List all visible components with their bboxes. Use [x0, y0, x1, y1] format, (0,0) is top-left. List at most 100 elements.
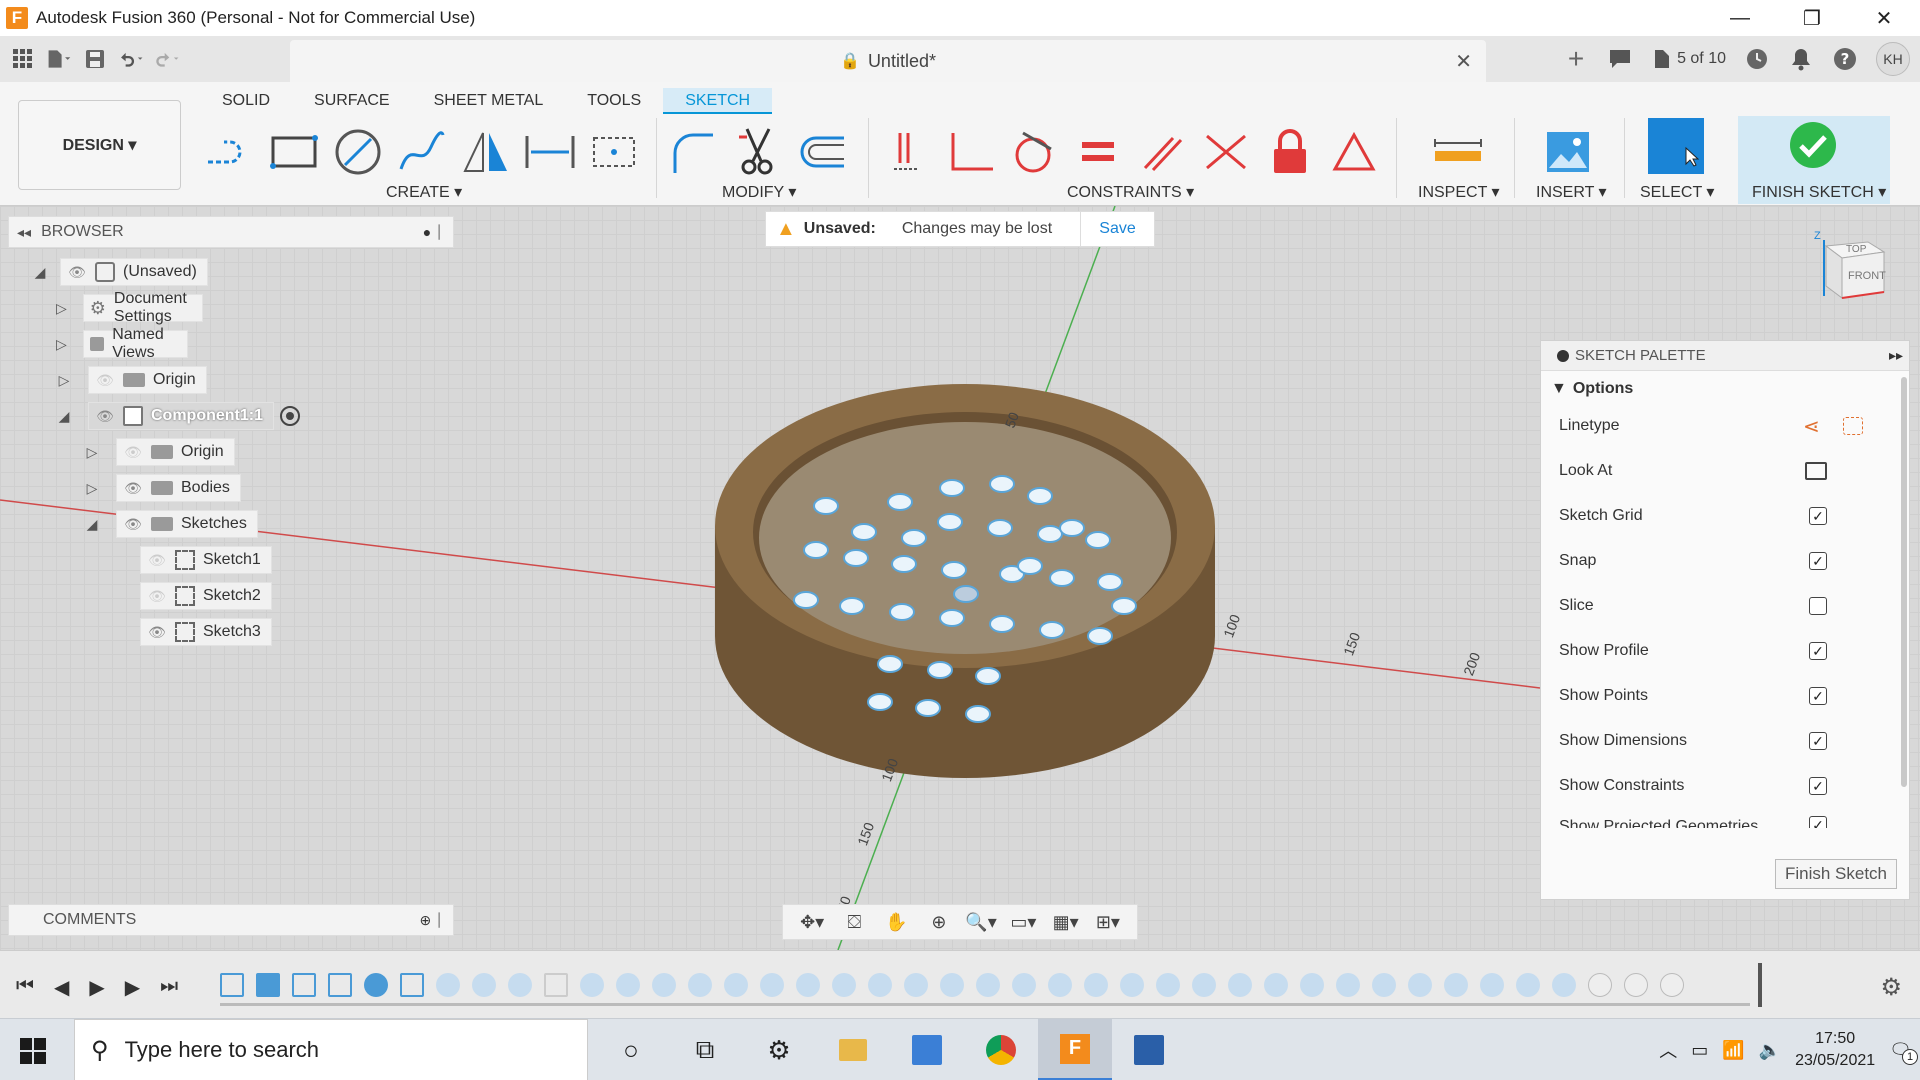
- options-section[interactable]: ▼ Options: [1541, 371, 1909, 407]
- eye-hidden-icon[interactable]: 👁: [123, 444, 143, 461]
- notification-bell-icon[interactable]: [1788, 46, 1814, 72]
- spline-tool-icon[interactable]: [390, 124, 454, 180]
- dimension-tool-icon[interactable]: [518, 124, 582, 180]
- timeline-marker[interactable]: [1758, 963, 1762, 1007]
- windows-start-icon[interactable]: [20, 1038, 46, 1064]
- help-icon[interactable]: ?: [1832, 46, 1858, 72]
- tree-node-sketches[interactable]: ◢ 👁 Sketches: [84, 510, 258, 538]
- look-at-icon[interactable]: [1805, 462, 1827, 480]
- chrome-icon[interactable]: [964, 1019, 1038, 1080]
- timeline-sketch-item[interactable]: [400, 973, 424, 997]
- timeline-feature-item[interactable]: [868, 973, 892, 997]
- timeline-feature-item[interactable]: [1012, 973, 1036, 997]
- timeline-sketch-item[interactable]: [328, 973, 352, 997]
- palette-scrollbar[interactable]: [1901, 377, 1907, 787]
- palette-collapse-icon[interactable]: ▸▸: [1889, 347, 1903, 364]
- snap-checkbox[interactable]: ✓: [1809, 552, 1827, 570]
- sketch-grid-checkbox[interactable]: ✓: [1809, 507, 1827, 525]
- eye-hidden-icon[interactable]: 👁: [95, 372, 115, 389]
- tangent-constraint-icon[interactable]: [1002, 124, 1066, 180]
- expand-triangle-icon[interactable]: ▷: [56, 372, 72, 389]
- save-icon[interactable]: [82, 46, 108, 72]
- timeline-feature-item[interactable]: [1588, 973, 1612, 997]
- comments-panel-header[interactable]: COMMENTS ⊕ ⏐: [8, 904, 454, 936]
- tab-tools[interactable]: TOOLS: [565, 88, 663, 114]
- fillet-tool-icon[interactable]: [662, 124, 726, 180]
- timeline-feature-item[interactable]: [508, 973, 532, 997]
- timeline-feature-item[interactable]: [1660, 973, 1684, 997]
- tree-node-root[interactable]: ◢ 👁 (Unsaved): [32, 258, 208, 286]
- look-at-camera-icon[interactable]: ⛋: [838, 908, 870, 936]
- timeline-feature-item[interactable]: [1408, 973, 1432, 997]
- eye-visibility-icon[interactable]: 👁: [123, 480, 143, 497]
- workspace-switcher[interactable]: DESIGN ▾: [18, 100, 181, 190]
- select-tool-button[interactable]: [1648, 118, 1704, 174]
- activate-radio-icon[interactable]: [280, 406, 300, 426]
- zoom-icon[interactable]: ⊕: [923, 908, 955, 936]
- timeline-feature-item[interactable]: [580, 973, 604, 997]
- show-points-checkbox[interactable]: ✓: [1809, 687, 1827, 705]
- timeline-feature-item[interactable]: [1480, 973, 1504, 997]
- insert-menu[interactable]: INSERT ▾: [1536, 182, 1607, 202]
- collapse-panel-icon[interactable]: ◂◂: [17, 224, 31, 241]
- browser-panel-header[interactable]: ◂◂ BROWSER ● ⏐: [8, 216, 454, 248]
- trim-scissors-icon[interactable]: [726, 124, 790, 180]
- eye-visibility-icon[interactable]: 👁: [67, 264, 87, 281]
- finish-sketch-menu[interactable]: FINISH SKETCH ▾: [1752, 182, 1886, 202]
- tree-node-origin[interactable]: ▷ 👁 Origin: [56, 366, 207, 394]
- palette-header[interactable]: SKETCH PALETTE ▸▸: [1541, 341, 1909, 371]
- timeline-sketch-item[interactable]: [544, 973, 568, 997]
- tree-node-origin-sub[interactable]: ▷ 👁 Origin: [84, 438, 235, 466]
- timeline-feature-item[interactable]: [472, 973, 496, 997]
- timeline-feature-item[interactable]: [832, 973, 856, 997]
- battery-icon[interactable]: ▭: [1691, 1040, 1708, 1061]
- step-back-icon[interactable]: ◀: [54, 975, 69, 1000]
- go-to-start-icon[interactable]: ⏮: [16, 975, 34, 1000]
- close-window-button[interactable]: ✕: [1848, 0, 1920, 36]
- clock-icon[interactable]: [1744, 46, 1770, 72]
- timeline-feature-item[interactable]: [940, 973, 964, 997]
- tab-sketch[interactable]: SKETCH: [663, 88, 773, 114]
- horizontal-vertical-constraint-icon[interactable]: [874, 124, 938, 180]
- timeline-feature-item[interactable]: [1516, 973, 1540, 997]
- timeline-extrude-item[interactable]: [256, 973, 280, 997]
- fix-lock-icon[interactable]: [1258, 124, 1322, 180]
- rectangle-tool-icon[interactable]: [262, 124, 326, 180]
- timeline-feature-item[interactable]: [364, 973, 388, 997]
- timeline-feature-item[interactable]: [688, 973, 712, 997]
- go-to-end-icon[interactable]: ⏭: [160, 975, 178, 1000]
- insert-image-icon[interactable]: [1536, 124, 1600, 180]
- fit-zoom-icon[interactable]: 🔍▾: [965, 908, 997, 936]
- eye-hidden-icon[interactable]: 👁: [147, 588, 167, 605]
- display-settings-icon[interactable]: ▭▾: [1007, 908, 1039, 936]
- mirror-tool-icon[interactable]: [454, 124, 518, 180]
- add-comment-icon[interactable]: ⊕ ⏐: [419, 912, 443, 929]
- wifi-icon[interactable]: 📶: [1722, 1040, 1744, 1061]
- tree-node-component[interactable]: ◢ 👁 Component1:1: [56, 402, 300, 430]
- timeline-feature-item[interactable]: [1084, 973, 1108, 997]
- eye-visibility-icon[interactable]: 👁: [147, 624, 167, 641]
- data-panel-grid-icon[interactable]: [10, 46, 36, 72]
- timeline-settings-gear-icon[interactable]: ⚙: [1880, 973, 1902, 1002]
- app-taskbar-icon[interactable]: [1112, 1019, 1186, 1080]
- save-link[interactable]: Save: [1080, 212, 1154, 246]
- point-tool-icon[interactable]: [582, 124, 646, 180]
- tree-node-bodies[interactable]: ▷ 👁 Bodies: [84, 474, 241, 502]
- timeline-feature-item[interactable]: [1624, 973, 1648, 997]
- taskbar-clock[interactable]: 17:50 23/05/2021: [1795, 1028, 1875, 1072]
- symmetry-constraint-icon[interactable]: [1322, 124, 1386, 180]
- perpendicular-constraint-icon[interactable]: [938, 124, 1002, 180]
- collapse-triangle-icon[interactable]: ◢: [56, 408, 72, 425]
- job-status[interactable]: 5 of 10: [1651, 48, 1726, 70]
- restore-button[interactable]: ❐: [1776, 0, 1848, 36]
- timeline-feature-item[interactable]: [760, 973, 784, 997]
- collapse-triangle-icon[interactable]: ◢: [32, 264, 48, 281]
- tab-sheet-metal[interactable]: SHEET METAL: [412, 88, 566, 114]
- minimize-button[interactable]: —: [1704, 0, 1776, 36]
- tree-node-sketch2[interactable]: 👁 Sketch2: [140, 582, 272, 610]
- timeline-feature-item[interactable]: [1192, 973, 1216, 997]
- timeline-feature-item[interactable]: [436, 973, 460, 997]
- task-view-icon[interactable]: ⧉: [668, 1019, 742, 1080]
- create-menu[interactable]: CREATE ▾: [386, 182, 462, 202]
- winrar-icon[interactable]: [890, 1019, 964, 1080]
